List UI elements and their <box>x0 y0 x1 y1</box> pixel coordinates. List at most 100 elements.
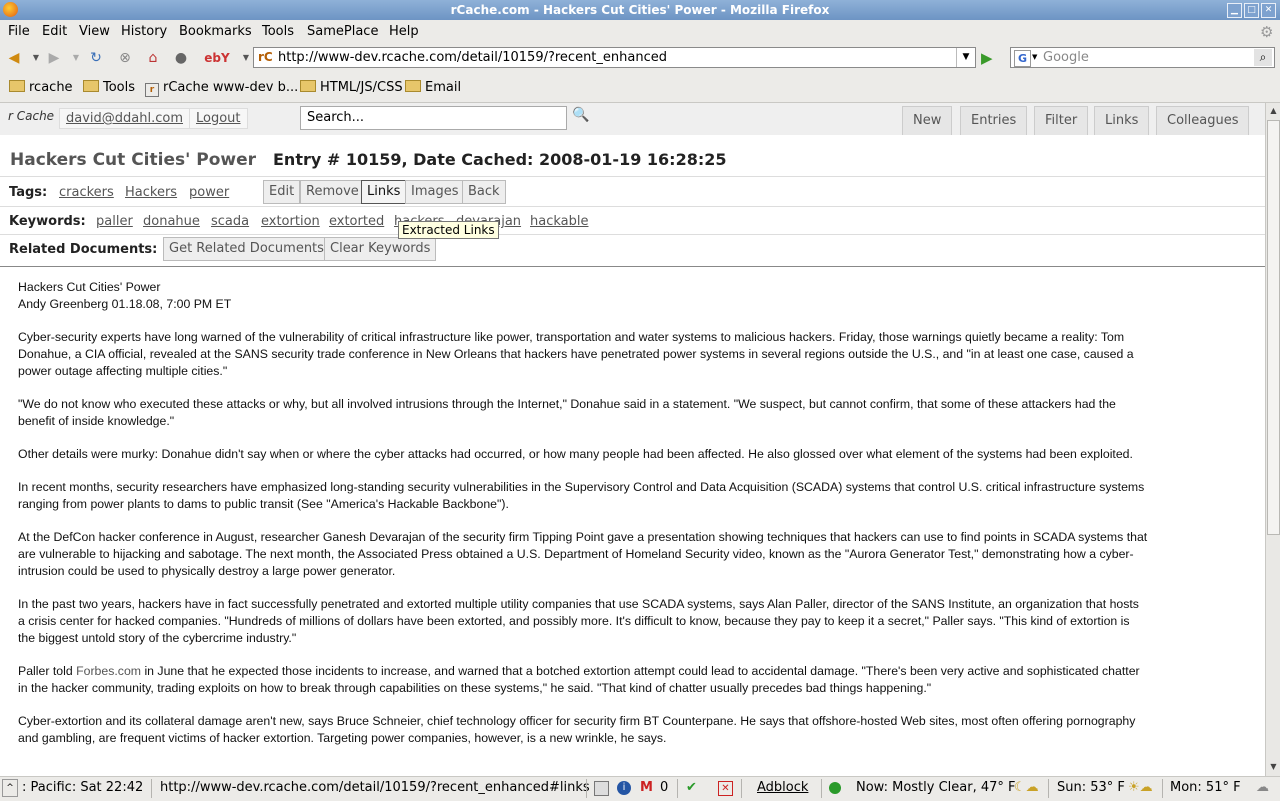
weather-sun[interactable]: Sun: 53° F <box>1057 780 1125 795</box>
check-icon[interactable]: ✔ <box>686 780 697 795</box>
edit-button[interactable]: Edit <box>263 180 301 204</box>
bookmark-label: Tools <box>103 80 136 95</box>
keyword-link[interactable]: extortion <box>261 214 320 229</box>
back-icon[interactable]: ◀ <box>6 50 22 66</box>
bookmark-label: HTML/JS/CSS <box>320 80 403 95</box>
tab-colleagues[interactable]: Colleagues <box>1156 106 1250 135</box>
adblock-button[interactable]: Adblock <box>757 780 808 795</box>
clock-text: : Pacific: Sat 22:42 <box>22 780 144 795</box>
keyword-link[interactable]: hackable <box>530 214 588 229</box>
divider <box>0 266 1265 267</box>
tooltip: Extracted Links <box>398 221 499 239</box>
remove-button[interactable]: Remove <box>300 180 365 204</box>
menu-history[interactable]: History <box>121 24 167 39</box>
page-content: r Cache david@ddahl.com Logout Search...… <box>0 103 1265 776</box>
scroll-down-icon[interactable]: ▼ <box>1267 760 1280 774</box>
collapse-icon[interactable]: ^ <box>2 779 18 797</box>
article-paragraph: Cyber-extortion and its collateral damag… <box>18 714 1136 745</box>
logout-link[interactable]: Logout <box>189 108 248 129</box>
entry-header: Hackers Cut Cities' Power Entry # 10159,… <box>0 147 1265 175</box>
tab-links[interactable]: Links <box>1094 106 1150 135</box>
menu-bookmarks[interactable]: Bookmarks <box>179 24 252 39</box>
minimize-icon[interactable]: ▁ <box>1227 3 1242 18</box>
url-bar[interactable]: rC http://www-dev.rcache.com/detail/1015… <box>253 47 976 68</box>
globe-icon[interactable]: ● <box>173 50 189 66</box>
go-icon[interactable]: ▶ <box>981 49 993 67</box>
home-icon[interactable]: ⌂ <box>145 50 161 66</box>
keyword-link[interactable]: donahue <box>143 214 200 229</box>
ebay-icon[interactable]: ebY <box>202 50 232 66</box>
back-button[interactable]: Back <box>462 180 506 204</box>
window-title: rCache.com - Hackers Cut Cities' Power -… <box>450 3 830 17</box>
scroll-up-icon[interactable]: ▲ <box>1267 104 1280 118</box>
bookmark-rcache-www-dev[interactable]: r rCache www-dev b... <box>145 80 298 97</box>
bookmark-folder-email[interactable]: Email <box>405 80 461 95</box>
ebay-dropdown-icon[interactable]: ▼ <box>238 50 254 66</box>
bookmarks-toolbar: rcache Tools r rCache www-dev b... HTML/J… <box>0 74 1280 103</box>
gmail-count[interactable]: 0 <box>660 780 668 795</box>
user-email-link[interactable]: david@ddahl.com <box>59 108 190 129</box>
menu-file[interactable]: File <box>8 24 30 39</box>
vertical-scrollbar[interactable]: ▲ ▼ <box>1265 103 1280 776</box>
tab-new[interactable]: New <box>902 106 953 135</box>
tab-entries[interactable]: Entries <box>960 106 1028 135</box>
tab-filter[interactable]: Filter <box>1034 106 1089 135</box>
page-icon[interactable] <box>594 781 609 796</box>
images-button[interactable]: Images <box>405 180 465 204</box>
tag-link[interactable]: crackers <box>59 185 114 200</box>
tag-link[interactable]: Hackers <box>125 185 177 200</box>
google-engine-icon[interactable]: G <box>1014 50 1031 67</box>
weather-cloud-icon: ☁ <box>1256 780 1269 795</box>
related-documents-label: Related Documents: <box>9 242 158 257</box>
bookmark-folder-tools[interactable]: Tools <box>83 80 135 95</box>
url-text[interactable]: http://www-dev.rcache.com/detail/10159/?… <box>278 50 667 65</box>
entry-info: Entry # 10159, Date Cached: 2008-01-19 1… <box>273 150 727 169</box>
keyword-link[interactable]: paller <box>96 214 133 229</box>
status-bar: ^ : Pacific: Sat 22:42 http://www-dev.rc… <box>0 776 1280 801</box>
menu-view[interactable]: View <box>79 24 110 39</box>
info-icon[interactable]: i <box>617 781 631 795</box>
app-search-input[interactable]: Search... <box>300 106 567 130</box>
search-icon[interactable]: 🔍 <box>572 107 589 123</box>
tag-link[interactable]: power <box>189 185 229 200</box>
rcache-logo[interactable]: r Cache <box>8 109 54 123</box>
weather-now[interactable]: Now: Mostly Clear, 47° F <box>856 780 1016 795</box>
url-dropdown-icon[interactable]: ▼ <box>956 48 975 67</box>
menu-sameplace[interactable]: SamePlace <box>307 24 378 39</box>
reload-icon[interactable]: ↻ <box>88 50 104 66</box>
bookmark-label: rCache www-dev b... <box>163 80 299 95</box>
bookmark-folder-rcache[interactable]: rcache <box>9 80 73 95</box>
divider <box>0 234 1265 235</box>
bookmark-folder-html-js-css[interactable]: HTML/JS/CSS <box>300 80 403 95</box>
maximize-icon[interactable]: □ <box>1244 3 1259 18</box>
menu-help[interactable]: Help <box>389 24 419 39</box>
clear-keywords-button[interactable]: Clear Keywords <box>324 237 437 261</box>
search-icon[interactable]: ⌕ <box>1254 49 1272 66</box>
keyword-link[interactable]: extorted <box>329 214 384 229</box>
block-icon[interactable]: ✕ <box>718 781 733 796</box>
links-button[interactable]: Links <box>361 180 407 204</box>
article-paragraph: Other details were murky: Donahue didn't… <box>18 446 1133 461</box>
stop-icon[interactable]: ⊗ <box>117 50 133 66</box>
menu-edit[interactable]: Edit <box>42 24 67 39</box>
keyword-link[interactable]: scada <box>211 214 249 229</box>
scrollbar-thumb[interactable] <box>1267 120 1280 535</box>
forbes-link[interactable]: Forbes.com <box>76 664 141 678</box>
status-ok-icon <box>829 781 841 796</box>
article-paragraph: "We do not know who executed these attac… <box>18 396 1116 428</box>
get-related-documents-button[interactable]: Get Related Documents <box>163 237 330 261</box>
gmail-icon[interactable]: M <box>640 780 653 795</box>
divider <box>0 206 1265 207</box>
web-search-placeholder[interactable]: Google <box>1043 50 1089 65</box>
back-dropdown-icon[interactable]: ▼ <box>28 50 44 66</box>
forward-dropdown-icon[interactable]: ▼ <box>68 50 84 66</box>
forward-icon[interactable]: ▶ <box>46 50 62 66</box>
article-body: Hackers Cut Cities' Power Andy Greenberg… <box>18 279 1148 763</box>
article-paragraph: Cyber-security experts have long warned … <box>18 330 1134 378</box>
weather-mon[interactable]: Mon: 51° F <box>1170 780 1241 795</box>
close-icon[interactable]: ✕ <box>1261 3 1276 18</box>
web-search-box[interactable]: G ▼ Google ⌕ <box>1010 47 1275 68</box>
menu-tools[interactable]: Tools <box>262 24 294 39</box>
folder-icon <box>9 80 25 92</box>
engine-dropdown-icon[interactable]: ▼ <box>1032 53 1037 61</box>
